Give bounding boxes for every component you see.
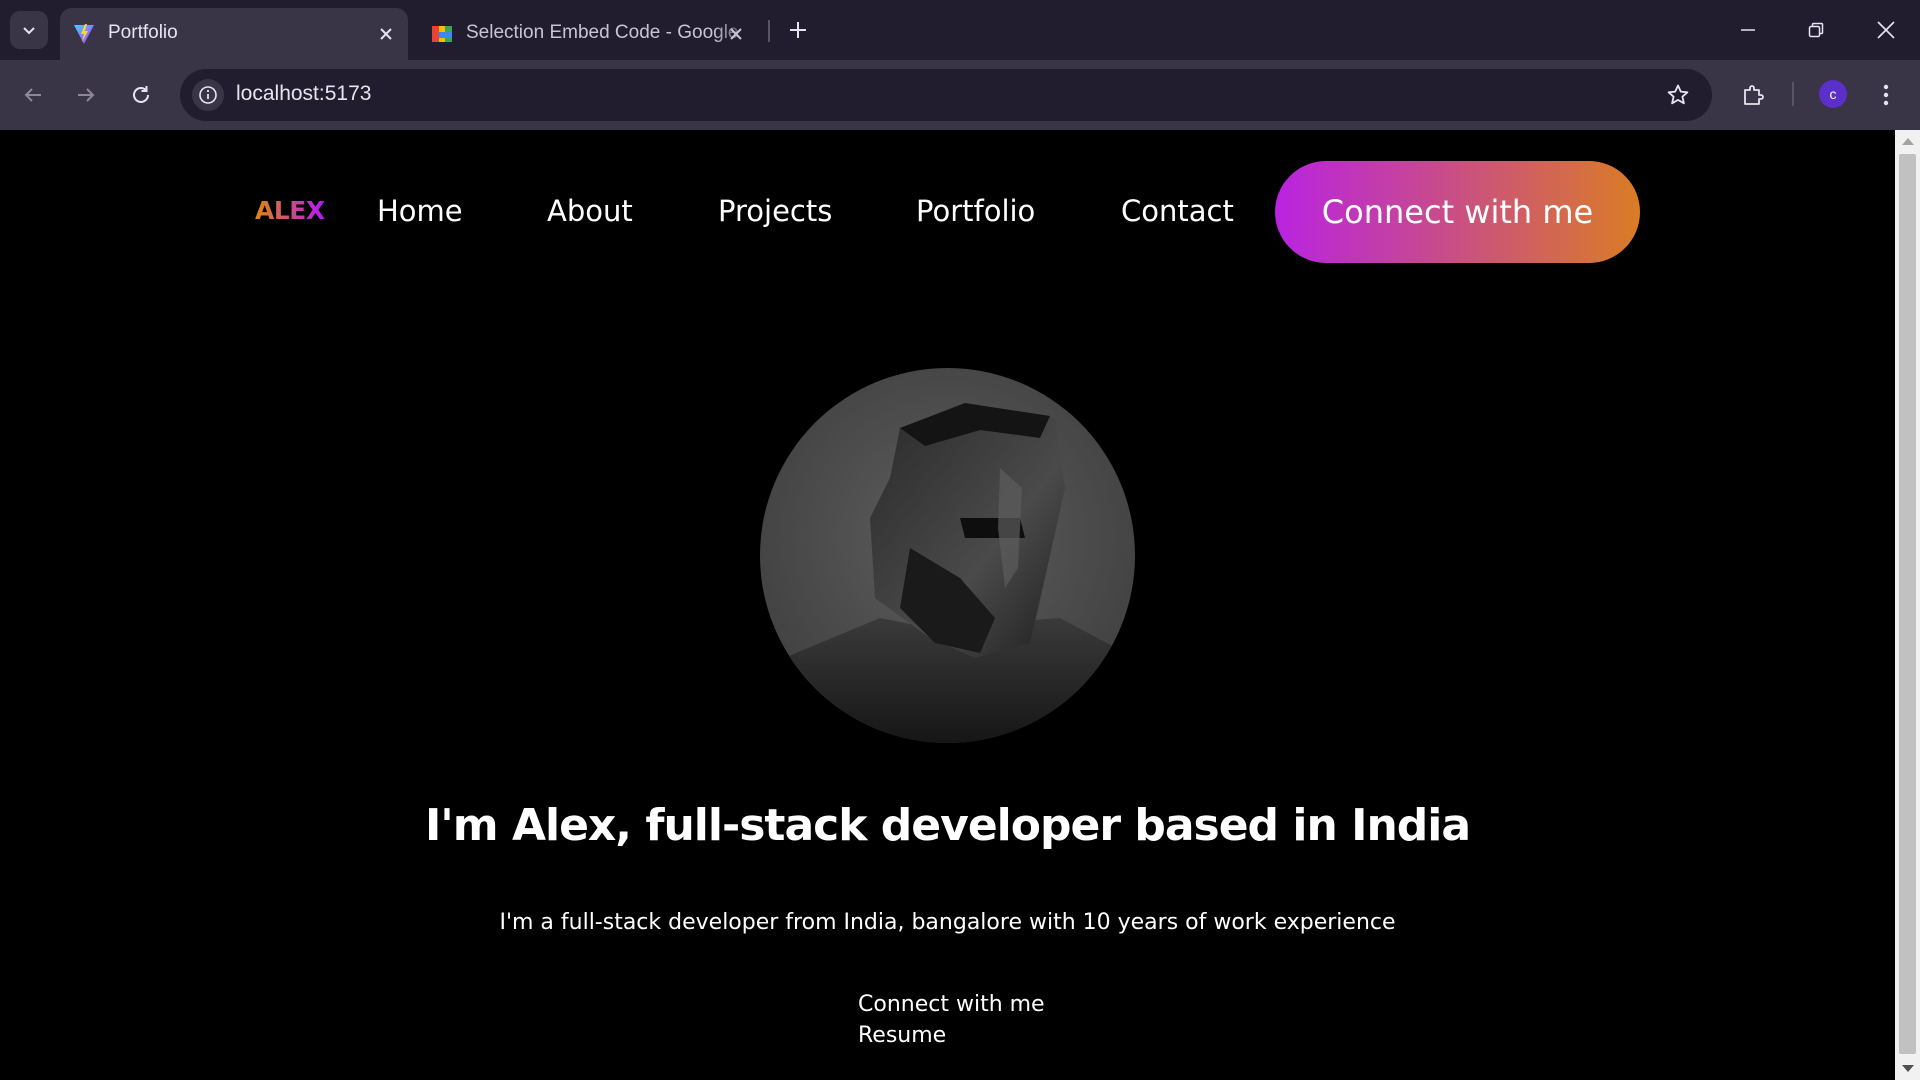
google-apps-icon [432,26,452,42]
arrow-right-icon [78,88,95,102]
hero-resume-link[interactable]: Resume [858,1023,946,1048]
minimize-button[interactable] [1720,8,1776,52]
forward-button[interactable] [67,76,105,114]
tab-portfolio[interactable]: Portfolio [60,8,408,60]
scroll-up-arrow[interactable] [1902,138,1914,145]
page-viewport: ALEX Home About Projects Portfolio Conta… [0,130,1895,1080]
tab-selection-embed-code[interactable]: Selection Embed Code - Google [418,8,758,60]
restore-button[interactable] [1788,8,1844,52]
tab-search-button[interactable] [10,11,48,49]
page-scrollbar[interactable] [1895,130,1920,1080]
more-vertical-icon [1883,84,1889,106]
tab-title: Portfolio [108,22,178,43]
arrow-left-icon [24,88,41,102]
close-icon [1877,21,1895,39]
scrollbar-thumb[interactable] [1899,154,1916,1054]
reload-icon [133,86,149,103]
back-button[interactable] [14,76,52,114]
plus-icon [790,22,806,38]
address-bar[interactable]: localhost:5173 [180,69,1712,121]
close-icon [730,28,742,40]
extensions-button[interactable] [1734,76,1772,114]
browser-toolbar: localhost:5173 [0,60,1920,130]
browser-tabstrip: Portfolio Selection Embed Code - Google [0,0,1920,60]
nav-portfolio[interactable]: Portfolio [916,194,1035,228]
scroll-down-arrow[interactable] [1902,1065,1914,1072]
profile-photo [760,368,1135,743]
hero-title: I'm Alex, full-stack developer based in … [424,800,1471,851]
site-logo[interactable]: ALEX [255,196,325,225]
nav-contact[interactable]: Contact [1121,194,1234,228]
hero-subtitle: I'm a full-stack developer from India, b… [499,910,1396,935]
bookmark-button[interactable] [1664,81,1692,109]
nav-projects[interactable]: Projects [718,194,832,228]
puzzle-icon [1744,85,1764,105]
nav-about[interactable]: About [547,194,633,228]
info-icon [199,86,217,104]
tab-divider [768,20,770,42]
close-icon [380,28,392,40]
nav-home[interactable]: Home [377,194,463,228]
hero-connect-link[interactable]: Connect with me [858,992,1045,1017]
close-window-button[interactable] [1858,8,1914,52]
restore-icon [1808,22,1824,38]
menu-button[interactable] [1867,76,1905,114]
star-icon [1667,84,1689,105]
tab-title: Selection Embed Code - Google [466,22,739,43]
vite-icon [74,24,94,44]
profile-avatar[interactable]: c [1819,80,1847,108]
chevron-down-icon [23,27,35,35]
connect-with-me-button[interactable]: Connect with me [1275,161,1640,263]
toolbar-divider [1792,82,1794,106]
reload-button[interactable] [122,76,160,114]
site-info-button[interactable] [192,79,224,111]
new-tab-button[interactable] [780,12,816,48]
url-text[interactable]: localhost:5173 [236,82,371,106]
minimize-icon [1741,29,1755,31]
tab-close-button[interactable] [374,22,398,46]
tab-close-button[interactable] [724,22,748,46]
